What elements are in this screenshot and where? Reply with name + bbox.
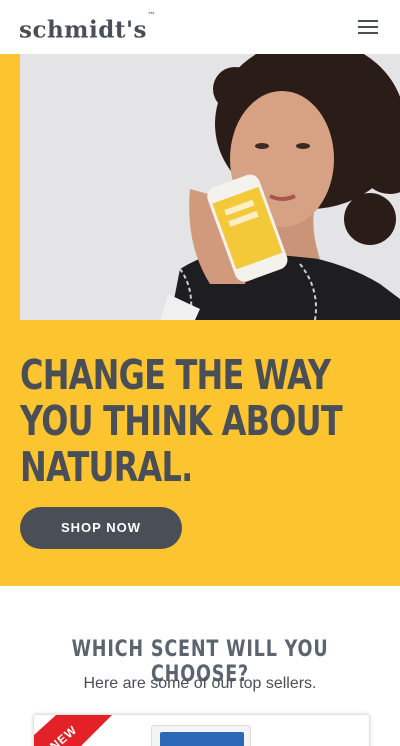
menu-line	[358, 26, 378, 28]
model-illustration	[160, 54, 400, 320]
product-card[interactable]: NEW	[33, 714, 370, 746]
scent-section-subtitle: Here are some of our top sellers.	[83, 675, 317, 692]
logo-text: schmidt's	[19, 16, 147, 44]
headline-line-1: CHANGE THE WAY	[20, 351, 331, 399]
menu-line	[358, 32, 378, 34]
hero-image	[20, 54, 400, 320]
headline-line-2: YOU THINK ABOUT	[20, 397, 343, 445]
headline-line-3: NATURAL.	[20, 443, 193, 491]
brand-logo[interactable]: schmidt's™	[19, 10, 156, 45]
hamburger-menu-icon[interactable]	[358, 20, 382, 36]
menu-line	[358, 20, 378, 22]
trademark-mark: ™	[147, 10, 156, 19]
site-header: schmidt's™	[0, 0, 400, 54]
hero-headline: CHANGE THE WAY YOU THINK ABOUT NATURAL.	[20, 351, 343, 491]
product-thumbnail	[151, 725, 251, 746]
shop-now-button[interactable]: SHOP NOW	[20, 507, 182, 549]
hero-banner: CHANGE THE WAY YOU THINK ABOUT NATURAL. …	[0, 54, 400, 586]
product-label	[160, 732, 244, 746]
